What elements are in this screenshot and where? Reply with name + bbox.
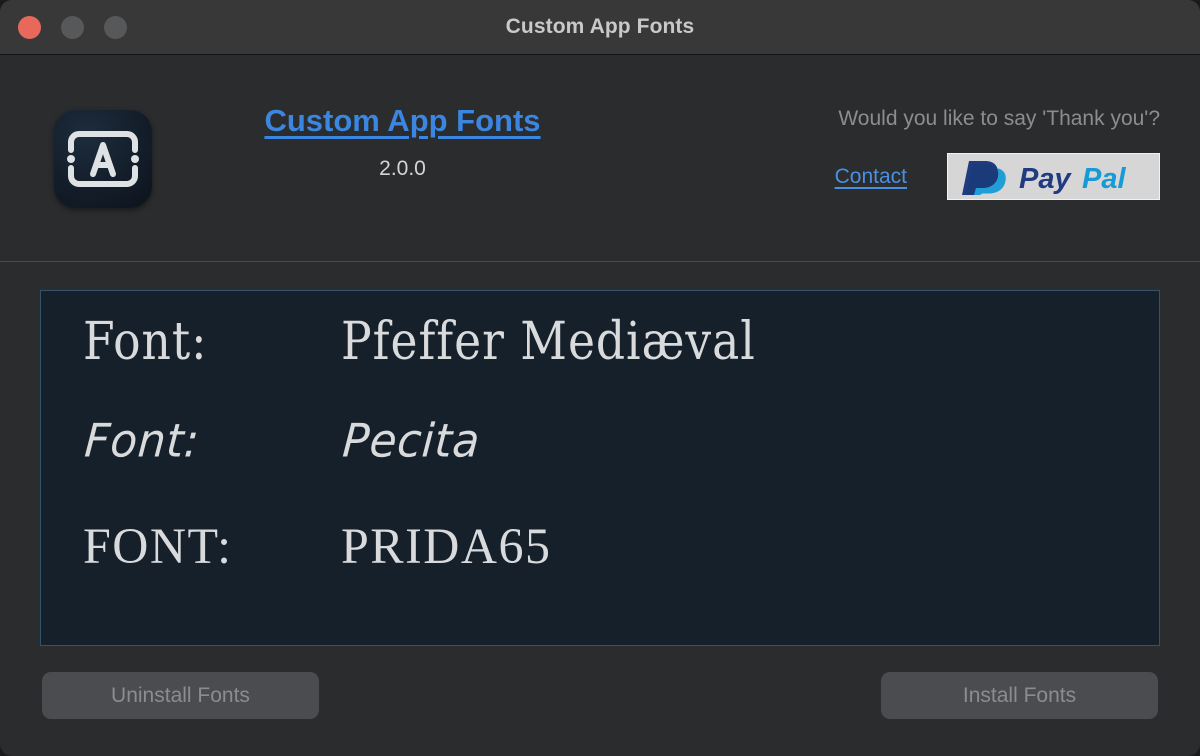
font-preview-row: FONT: PRIDA65 xyxy=(41,516,1159,621)
font-label: Font: xyxy=(83,310,208,373)
window-controls xyxy=(18,0,127,55)
font-name: Pecita xyxy=(340,414,482,469)
contact-link[interactable]: Contact xyxy=(835,165,907,189)
thank-you-prompt: Would you like to say 'Thank you'? xyxy=(838,107,1160,130)
install-fonts-button[interactable]: Install Fonts xyxy=(881,672,1158,719)
close-button[interactable] xyxy=(18,16,41,39)
svg-text:Pay: Pay xyxy=(1019,163,1072,195)
donation-actions: Contact Pay Pal xyxy=(740,153,1160,200)
font-preview-panel: Font: Pfeffer Mediæval Font: Pecita FONT… xyxy=(40,290,1160,646)
window-title: Custom App Fonts xyxy=(505,15,695,38)
header-section: Custom App Fonts 2.0.0 Would you like to… xyxy=(0,55,1200,262)
donation-block: Would you like to say 'Thank you'? Conta… xyxy=(740,107,1160,200)
title-bar: Custom App Fonts xyxy=(0,0,1200,55)
app-homepage-link[interactable]: Custom App Fonts xyxy=(264,103,540,139)
font-label: FONT: xyxy=(83,516,233,575)
app-title-block: Custom App Fonts 2.0.0 xyxy=(190,103,615,181)
app-window: Custom App Fonts Custom App Fonts 2.0.0 xyxy=(0,0,1200,756)
app-version: 2.0.0 xyxy=(379,157,426,180)
app-icon xyxy=(54,110,152,208)
font-preview-row: Font: Pfeffer Mediæval xyxy=(41,315,1159,421)
font-label: Font: xyxy=(82,414,202,469)
font-preview-row: Font: Pecita xyxy=(41,414,1159,521)
font-name: Pfeffer Mediæval xyxy=(341,310,756,373)
paypal-donate-button[interactable]: Pay Pal xyxy=(947,153,1160,200)
footer-actions: Uninstall Fonts Install Fonts xyxy=(0,672,1200,728)
font-name: PRIDA65 xyxy=(341,516,552,575)
zoom-button[interactable] xyxy=(104,16,127,39)
uninstall-fonts-button[interactable]: Uninstall Fonts xyxy=(42,672,319,719)
svg-text:Pal: Pal xyxy=(1082,163,1126,195)
minimize-button[interactable] xyxy=(61,16,84,39)
